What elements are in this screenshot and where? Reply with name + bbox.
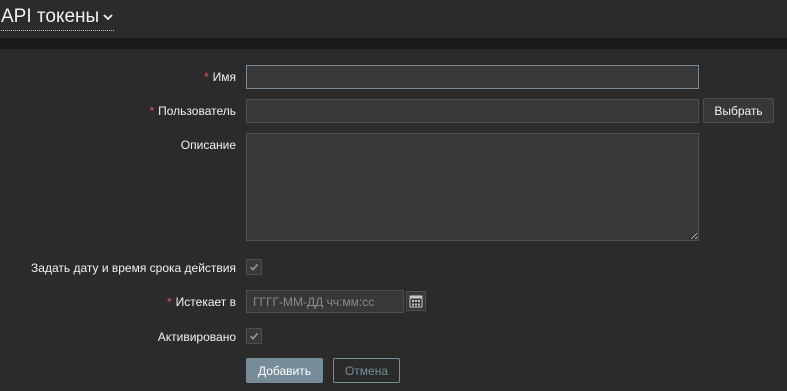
enabled-checkbox[interactable] <box>246 328 262 344</box>
cancel-button[interactable]: Отмена <box>333 358 400 383</box>
calendar-icon <box>409 295 423 308</box>
expires-label: * Истекает в <box>167 295 236 309</box>
user-input[interactable] <box>246 99 699 123</box>
checkmark-icon <box>249 332 259 340</box>
page-title-dropdown[interactable]: API токены <box>1 5 115 31</box>
description-textarea[interactable] <box>246 133 699 241</box>
required-mark: * <box>203 70 209 84</box>
user-label: * Пользователь <box>149 104 236 118</box>
name-input[interactable] <box>246 65 699 89</box>
required-mark: * <box>149 104 155 118</box>
page-header: API токены <box>0 0 787 38</box>
calendar-button[interactable] <box>406 291 426 311</box>
chevron-down-icon <box>103 14 113 21</box>
page-title: API токены <box>1 6 100 27</box>
header-divider <box>0 38 787 49</box>
set-expiry-checkbox[interactable] <box>246 259 262 275</box>
name-label: * Имя <box>203 70 236 84</box>
select-user-button[interactable]: Выбрать <box>703 98 774 123</box>
add-button[interactable]: Добавить <box>246 358 323 383</box>
set-expiry-label: Задать дату и время срока действия <box>31 261 236 275</box>
description-label: Описание <box>180 138 236 152</box>
expires-datetime-input[interactable] <box>246 290 404 313</box>
required-mark: * <box>167 295 172 309</box>
checkmark-icon <box>249 263 259 271</box>
enabled-label: Активировано <box>157 330 236 344</box>
